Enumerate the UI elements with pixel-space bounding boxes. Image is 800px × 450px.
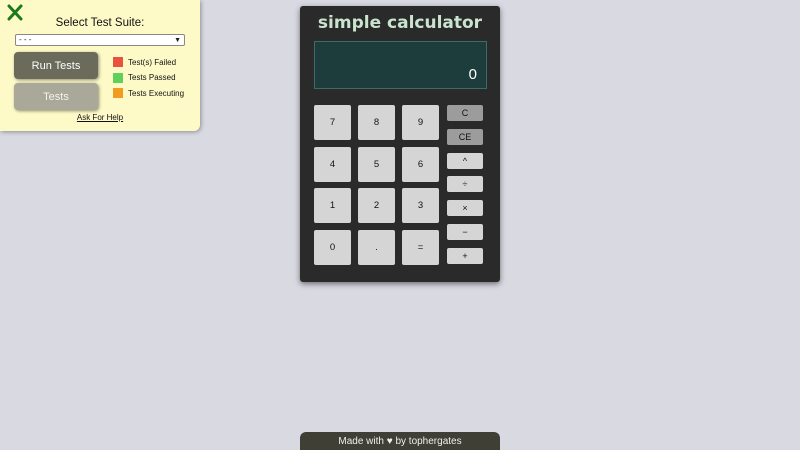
key-2[interactable]: 2 bbox=[358, 188, 395, 223]
key-5[interactable]: 5 bbox=[358, 147, 395, 182]
key-clear-entry[interactable]: CE bbox=[447, 129, 483, 145]
executing-swatch bbox=[113, 88, 123, 99]
legend-label-executing: Tests Executing bbox=[128, 88, 185, 98]
key-9[interactable]: 9 bbox=[402, 105, 439, 140]
test-panel: Select Test Suite: - - - ▼ Run Tests Tes… bbox=[0, 0, 200, 131]
key-6[interactable]: 6 bbox=[402, 147, 439, 182]
key-0[interactable]: 0 bbox=[314, 230, 351, 265]
key-4[interactable]: 4 bbox=[314, 147, 351, 182]
legend-label-passed: Tests Passed bbox=[128, 73, 176, 83]
passed-swatch bbox=[113, 72, 123, 83]
key-add[interactable]: + bbox=[447, 248, 483, 264]
test-legend: Test(s) Failed Tests Passed Tests Execut… bbox=[113, 57, 184, 104]
legend-label-failed: Test(s) Failed bbox=[128, 57, 177, 67]
test-suite-title: Select Test Suite: bbox=[55, 17, 145, 29]
key-clear[interactable]: C bbox=[447, 105, 483, 121]
calculator: simple calculator 0 7 8 9 4 5 6 1 2 3 0 … bbox=[300, 6, 500, 282]
legend-item-executing: Tests Executing bbox=[113, 88, 185, 99]
tests-button[interactable]: Tests bbox=[14, 83, 98, 110]
legend-item-passed: Tests Passed bbox=[113, 72, 184, 83]
key-1[interactable]: 1 bbox=[314, 188, 351, 223]
key-decimal[interactable]: . bbox=[358, 230, 395, 265]
legend-item-failed: Test(s) Failed bbox=[113, 57, 184, 67]
calculator-display: 0 bbox=[314, 41, 487, 89]
key-subtract[interactable]: − bbox=[447, 224, 483, 240]
footer-credit: Made with ♥ by tophergates bbox=[300, 432, 500, 450]
key-multiply[interactable]: × bbox=[447, 200, 483, 216]
key-equals[interactable]: = bbox=[402, 230, 439, 265]
key-divide[interactable]: ÷ bbox=[447, 176, 483, 192]
calculator-title: simple calculator bbox=[317, 13, 483, 33]
test-suite-select[interactable]: - - - ▼ bbox=[15, 34, 185, 46]
key-8[interactable]: 8 bbox=[358, 105, 395, 140]
failed-swatch bbox=[113, 57, 123, 67]
test-suite-select-value: - - - bbox=[19, 35, 32, 44]
chevron-down-icon: ▼ bbox=[174, 37, 181, 44]
key-7[interactable]: 7 bbox=[314, 105, 351, 140]
run-tests-button[interactable]: Run Tests bbox=[14, 52, 98, 79]
key-3[interactable]: 3 bbox=[402, 188, 439, 223]
key-power[interactable]: ^ bbox=[447, 153, 483, 169]
ask-for-help-link[interactable]: Ask For Help bbox=[0, 113, 200, 122]
